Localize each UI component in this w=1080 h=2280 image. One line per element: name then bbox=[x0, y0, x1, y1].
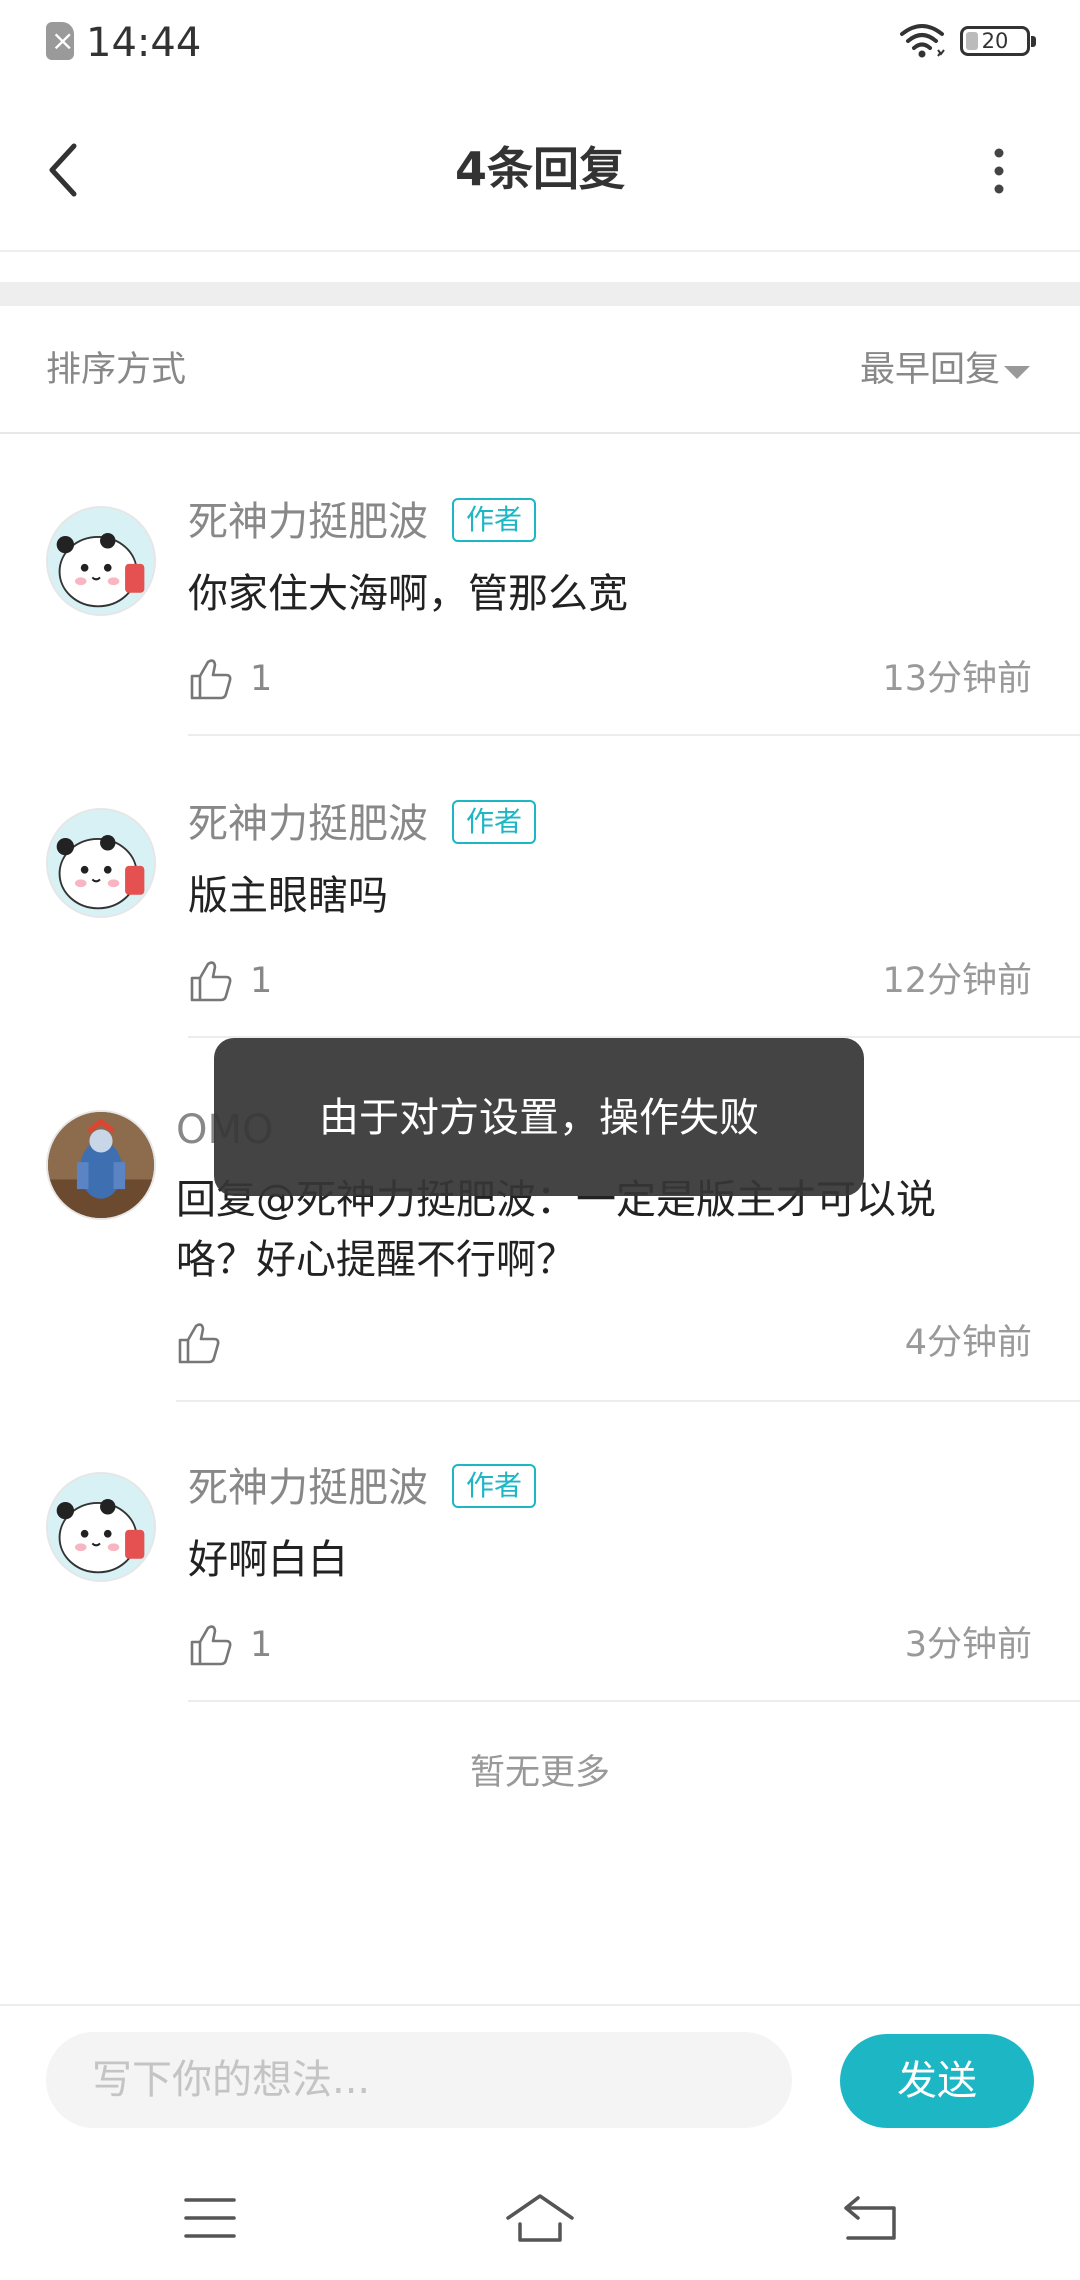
panda-avatar-icon bbox=[48, 810, 154, 916]
comment-text[interactable]: 好啊白白 bbox=[188, 1530, 348, 1590]
page-title: 4条回复 bbox=[454, 142, 625, 196]
like-count: 1 bbox=[250, 1625, 273, 1665]
panda-avatar-icon bbox=[48, 1474, 154, 1580]
chevron-down-icon[interactable] bbox=[1004, 366, 1030, 379]
list-item: 死神力挺肥波 作者 你家住大海啊，管那么宽 1 13分钟前 bbox=[0, 434, 1080, 738]
send-button[interactable]: 发送 bbox=[840, 2034, 1034, 2128]
avatar[interactable] bbox=[46, 1110, 156, 1220]
list-item: 死神力挺肥波 作者 版主眼瞎吗 1 12分钟前 bbox=[0, 736, 1080, 1040]
comment-author[interactable]: 死神力挺肥波 bbox=[188, 1462, 428, 1514]
panda-avatar-icon bbox=[48, 508, 154, 614]
sim-icon bbox=[46, 22, 74, 60]
sort-label: 排序方式 bbox=[46, 350, 187, 390]
comment-time: 13分钟前 bbox=[882, 659, 1032, 699]
comment-text-line-2[interactable]: 咯？好心提醒不行啊？ bbox=[176, 1230, 576, 1290]
comment-text[interactable]: 你家住大海啊，管那么宽 bbox=[188, 564, 628, 624]
no-more-label: 暂无更多 bbox=[469, 1753, 610, 1793]
title-bar: 4条回复 bbox=[0, 86, 1080, 252]
author-badge: 作者 bbox=[452, 800, 537, 844]
thumbs-up-icon[interactable] bbox=[188, 656, 234, 702]
like-count: 1 bbox=[250, 961, 273, 1001]
divider bbox=[188, 1700, 1080, 1702]
status-bar: 14:44 20 bbox=[0, 0, 1080, 86]
clock: 14:44 bbox=[86, 20, 202, 66]
thumbs-up-icon[interactable] bbox=[188, 1622, 234, 1668]
comment-author[interactable]: 死神力挺肥波 bbox=[188, 798, 428, 850]
more-icon[interactable] bbox=[990, 146, 1008, 196]
home-icon[interactable] bbox=[490, 2188, 590, 2248]
section-separator bbox=[0, 282, 1080, 306]
avatar[interactable] bbox=[46, 808, 156, 918]
toast: 由于对方设置，操作失败 bbox=[214, 1038, 864, 1196]
comment-text[interactable]: 版主眼瞎吗 bbox=[188, 866, 388, 926]
comment-time: 12分钟前 bbox=[882, 961, 1032, 1001]
list-item: 死神力挺肥波 作者 好啊白白 1 3分钟前 bbox=[0, 1400, 1080, 1704]
comment-author[interactable]: 死神力挺肥波 bbox=[188, 496, 428, 548]
author-badge: 作者 bbox=[452, 1464, 537, 1508]
thumbs-up-icon[interactable] bbox=[176, 1320, 222, 1366]
wifi-icon bbox=[900, 24, 945, 58]
sort-row: 排序方式 最早回复 bbox=[0, 306, 1080, 434]
comment-time: 3分钟前 bbox=[904, 1625, 1032, 1665]
sort-dropdown[interactable]: 最早回复 bbox=[860, 348, 1000, 392]
comment-input[interactable] bbox=[46, 2032, 792, 2128]
thumbs-up-icon[interactable] bbox=[188, 958, 234, 1004]
avatar[interactable] bbox=[46, 506, 156, 616]
avatar[interactable] bbox=[46, 1472, 156, 1582]
battery-icon: 20 bbox=[960, 26, 1036, 56]
return-icon[interactable] bbox=[820, 2188, 920, 2248]
system-nav-bar bbox=[0, 2154, 1080, 2280]
comment-input-bar: 发送 bbox=[0, 2004, 1080, 2154]
menu-icon[interactable] bbox=[160, 2188, 260, 2248]
like-count: 1 bbox=[250, 659, 273, 699]
comment-time: 4分钟前 bbox=[904, 1323, 1032, 1363]
game-character-avatar-icon bbox=[48, 1112, 154, 1218]
author-badge: 作者 bbox=[452, 498, 537, 542]
battery-level: 20 bbox=[981, 29, 1009, 53]
toast-message: 由于对方设置，操作失败 bbox=[319, 1095, 759, 1141]
